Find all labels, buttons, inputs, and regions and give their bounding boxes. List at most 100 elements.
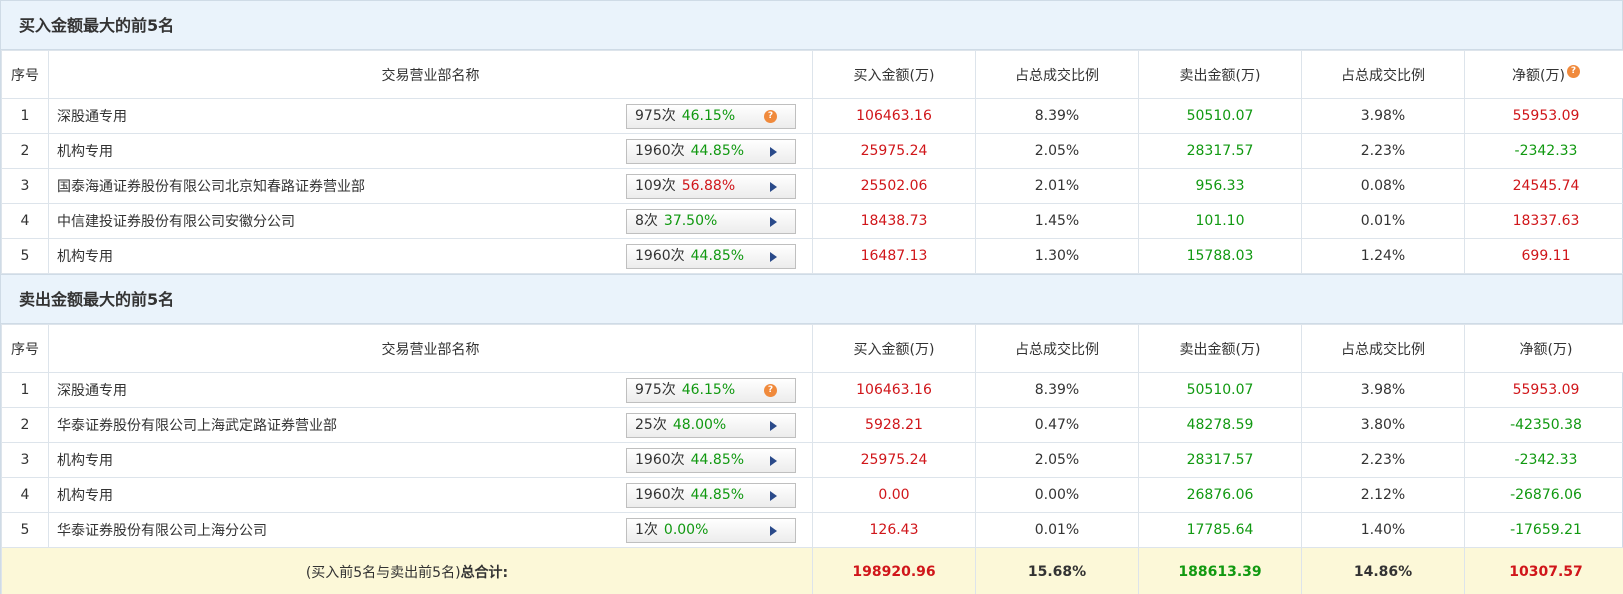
header-buy-ratio: 占总成交比例 [975,324,1139,373]
expand-arrow-icon[interactable] [770,182,777,192]
branch-name[interactable]: 中信建投证券股份有限公司安徽分公司 [57,211,295,231]
listing-count: 8次 [635,213,658,229]
branch-stats-toggle[interactable]: 1960次 44.85% [626,483,796,508]
table-row: 4 机构专用 1960次 44.85% 0.00 0.00% 26876.06 2.12% -2… [1,477,1623,513]
table-row: 5 机构专用 1960次 44.85% 16487.13 1.30% 15788.03 1.2… [1,238,1623,274]
table-row: 1 深股通专用 975次 46.15%? 106463.16 8.39% 50510.07 3… [1,98,1623,134]
net-amount: -2342.33 [1464,133,1623,169]
win-rate: 44.85% [690,487,745,503]
expand-arrow-icon[interactable] [770,491,777,501]
listing-count: 975次 [635,382,676,398]
total-sell-amount: 188613.39 [1138,547,1302,594]
win-rate: 48.00% [672,417,727,433]
expand-arrow-icon[interactable] [770,526,777,536]
branch-cell: 国泰海通证券股份有限公司北京知春路证券营业部 109次 56.88% [48,168,813,204]
buy-ratio: 2.05% [975,442,1139,478]
buy-amount: 18438.73 [812,203,976,239]
branch-stats-toggle[interactable]: 1960次 44.85% [626,244,796,269]
win-rate: 37.50% [663,213,718,229]
branch-stats-toggle[interactable]: 1960次 44.85% [626,139,796,164]
branch-stats-toggle[interactable]: 975次 46.15%? [626,378,796,403]
branch-stats-toggle[interactable]: 25次 48.00% [626,413,796,438]
sell-amount: 956.33 [1138,168,1302,204]
buy-amount: 106463.16 [812,372,976,408]
branch-name[interactable]: 国泰海通证券股份有限公司北京知春路证券营业部 [57,176,365,196]
help-icon[interactable]: ? [764,110,777,123]
branch-stats-toggle[interactable]: 1次 0.00% [626,518,796,543]
expand-arrow-icon[interactable] [770,456,777,466]
sell-top5-body: 1 深股通专用 975次 46.15%? 106463.16 8.39% 50510.07 3… [1,372,1623,548]
sell-ratio: 2.23% [1301,442,1465,478]
header-sell-ratio: 占总成交比例 [1301,324,1465,373]
expand-arrow-icon[interactable] [770,147,777,157]
listing-count: 1次 [635,522,658,538]
header-buy-amount: 买入金额(万) [812,324,976,373]
expand-arrow-icon[interactable] [770,252,777,262]
expand-arrow-icon[interactable] [770,217,777,227]
sell-ratio: 2.23% [1301,133,1465,169]
net-amount: 55953.09 [1464,372,1623,408]
branch-name[interactable]: 深股通专用 [57,106,127,126]
branch-cell: 深股通专用 975次 46.15%? [48,98,813,134]
listing-count: 25次 [635,417,667,433]
header-buy-amount: 买入金额(万) [812,50,976,99]
header-branch-name: 交易营业部名称 [48,324,813,373]
branch-stats-toggle[interactable]: 8次 37.50% [626,209,796,234]
row-index: 1 [1,372,49,408]
lhb-detail-panel: 买入金额最大的前5名 序号 交易营业部名称 买入金额(万) 占总成交比例 卖出金… [0,0,1623,594]
buy-amount: 16487.13 [812,238,976,274]
table-row: 2 机构专用 1960次 44.85% 25975.24 2.05% 28317.57 2.2… [1,133,1623,169]
help-icon[interactable]: ? [1566,64,1580,78]
net-amount: 699.11 [1464,238,1623,274]
buy-top5-title: 买入金额最大的前5名 [1,0,1622,50]
help-icon[interactable]: ? [764,384,777,397]
total-label: (买入前5名与卖出前5名)总合计: [1,547,813,594]
sell-ratio: 3.98% [1301,98,1465,134]
header-idx: 序号 [1,50,49,99]
sell-amount: 50510.07 [1138,372,1302,408]
expand-arrow-icon[interactable] [770,421,777,431]
header-sell-amount: 卖出金额(万) [1138,50,1302,99]
branch-cell: 深股通专用 975次 46.15%? [48,372,813,408]
sell-amount: 26876.06 [1138,477,1302,513]
table-row: 5 华泰证券股份有限公司上海分公司 1次 0.00% 126.43 0.01% 17785.… [1,512,1623,548]
sell-ratio: 1.40% [1301,512,1465,548]
total-buy-amount: 198920.96 [812,547,976,594]
header-branch-name: 交易营业部名称 [48,50,813,99]
sell-amount: 101.10 [1138,203,1302,239]
branch-name[interactable]: 机构专用 [57,141,113,161]
buy-amount: 106463.16 [812,98,976,134]
buy-amount: 126.43 [812,512,976,548]
row-index: 2 [1,133,49,169]
branch-stats-toggle[interactable]: 975次 46.15%? [626,104,796,129]
branch-cell: 机构专用 1960次 44.85% [48,238,813,274]
branch-name[interactable]: 机构专用 [57,246,113,266]
row-index: 1 [1,98,49,134]
branch-cell: 中信建投证券股份有限公司安徽分公司 8次 37.50% [48,203,813,239]
branch-name[interactable]: 华泰证券股份有限公司上海分公司 [57,520,267,540]
row-index: 3 [1,442,49,478]
table-header-row: 序号 交易营业部名称 买入金额(万) 占总成交比例 卖出金额(万) 占总成交比例… [1,324,1623,373]
branch-stats-toggle[interactable]: 109次 56.88% [626,174,796,199]
sell-amount: 50510.07 [1138,98,1302,134]
branch-stats-toggle[interactable]: 1960次 44.85% [626,448,796,473]
branch-cell: 机构专用 1960次 44.85% [48,133,813,169]
buy-ratio: 1.45% [975,203,1139,239]
win-rate: 0.00% [663,522,709,538]
listing-count: 1960次 [635,143,685,159]
buy-amount: 25502.06 [812,168,976,204]
branch-name[interactable]: 机构专用 [57,450,113,470]
win-rate: 56.88% [681,178,736,194]
branch-name[interactable]: 深股通专用 [57,380,127,400]
branch-name[interactable]: 华泰证券股份有限公司上海武定路证券营业部 [57,415,337,435]
table-row: 1 深股通专用 975次 46.15%? 106463.16 8.39% 50510.07 3… [1,372,1623,408]
branch-name[interactable]: 机构专用 [57,485,113,505]
buy-ratio: 2.05% [975,133,1139,169]
table-row: 3 机构专用 1960次 44.85% 25975.24 2.05% 28317.57 2.2… [1,442,1623,478]
net-amount: 24545.74 [1464,168,1623,204]
sell-amount: 17785.64 [1138,512,1302,548]
header-buy-ratio: 占总成交比例 [975,50,1139,99]
buy-ratio: 8.39% [975,372,1139,408]
row-index: 4 [1,477,49,513]
buy-ratio: 1.30% [975,238,1139,274]
